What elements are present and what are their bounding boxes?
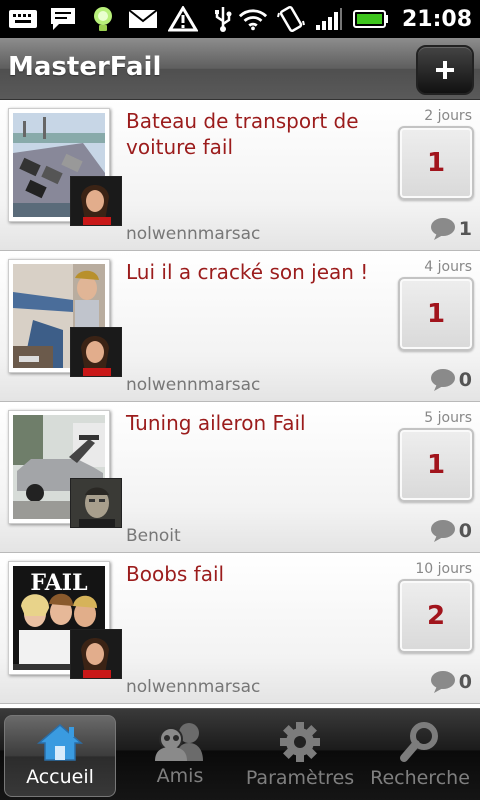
post-author: nolwennmarsac [126,375,261,395]
tab-parametres[interactable]: Paramètres [244,715,356,797]
comment-count[interactable]: 0 [430,670,472,694]
comment-icon [430,218,455,240]
post-author: Benoit [126,526,181,546]
tab-recherche[interactable]: Recherche [364,715,476,797]
message-icon [48,6,78,32]
user-avatar [70,327,122,377]
comment-count[interactable]: 0 [430,368,472,392]
post-author: nolwennmarsac [126,677,261,697]
comment-icon [430,671,455,693]
battery-icon [352,6,390,32]
post-author: nolwennmarsac [126,224,261,244]
vibrate-icon [276,5,306,33]
post-title[interactable]: Bateau de transport de voiture fail [126,108,376,160]
list-item[interactable]: Bateau de transport de voiture fail nolw… [0,100,480,251]
user-avatar [70,176,122,226]
mail-icon [128,6,158,32]
post-date: 10 jours [415,561,472,577]
warning-icon [168,6,198,32]
comment-count[interactable]: 1 [430,217,472,241]
home-icon [37,724,83,761]
usb-icon [208,6,238,32]
list-item[interactable]: Tuning aileron Fail Benoit 5 jours 1 0 [0,402,480,553]
comment-icon [430,369,455,391]
list-item[interactable]: FAIL Boobs fail nolwennmarsac 10 jours 2… [0,553,480,704]
bottom-tab-bar: Accueil Amis Paramètres Recherche [0,708,480,800]
friends-icon [155,723,203,761]
user-avatar [70,629,122,679]
vote-button[interactable]: 1 [398,428,474,502]
tab-label: Recherche [370,767,470,789]
list-item[interactable]: Lui il a cracké son jean ! nolwennmarsac… [0,251,480,402]
app-header: MasterFail [0,38,480,100]
bulb-icon [88,6,118,32]
search-icon [400,722,438,762]
tab-amis[interactable]: Amis [124,715,236,797]
app-title: MasterFail [8,52,162,82]
tab-label: Amis [156,765,204,787]
wifi-icon [238,6,268,32]
thumbnail-caption: FAIL [30,570,87,596]
vote-button[interactable]: 1 [398,277,474,351]
signal-icon [314,6,344,32]
comment-count-value: 1 [458,218,472,240]
user-avatar [70,478,122,528]
gear-icon [280,722,320,762]
keyboard-icon [8,6,38,32]
comment-count-value: 0 [458,520,472,542]
comment-icon [430,520,455,542]
post-date: 5 jours [424,410,472,426]
status-bar: 21:08 [0,0,480,38]
plus-icon [436,61,454,79]
comment-count-value: 0 [458,671,472,693]
comment-count[interactable]: 0 [430,519,472,543]
vote-button[interactable]: 2 [398,579,474,653]
post-title[interactable]: Tuning aileron Fail [126,410,376,436]
tab-label: Accueil [26,766,94,788]
tab-label: Paramètres [245,767,355,789]
post-date: 2 jours [424,108,472,124]
tab-accueil[interactable]: Accueil [4,715,116,797]
clock: 21:08 [402,6,473,32]
post-title[interactable]: Boobs fail [126,561,376,587]
post-date: 4 jours [424,259,472,275]
vote-button[interactable]: 1 [398,126,474,200]
add-post-button[interactable] [416,45,474,95]
post-list[interactable]: Bateau de transport de voiture fail nolw… [0,100,480,708]
comment-count-value: 0 [458,369,472,391]
post-title[interactable]: Lui il a cracké son jean ! [126,259,376,285]
